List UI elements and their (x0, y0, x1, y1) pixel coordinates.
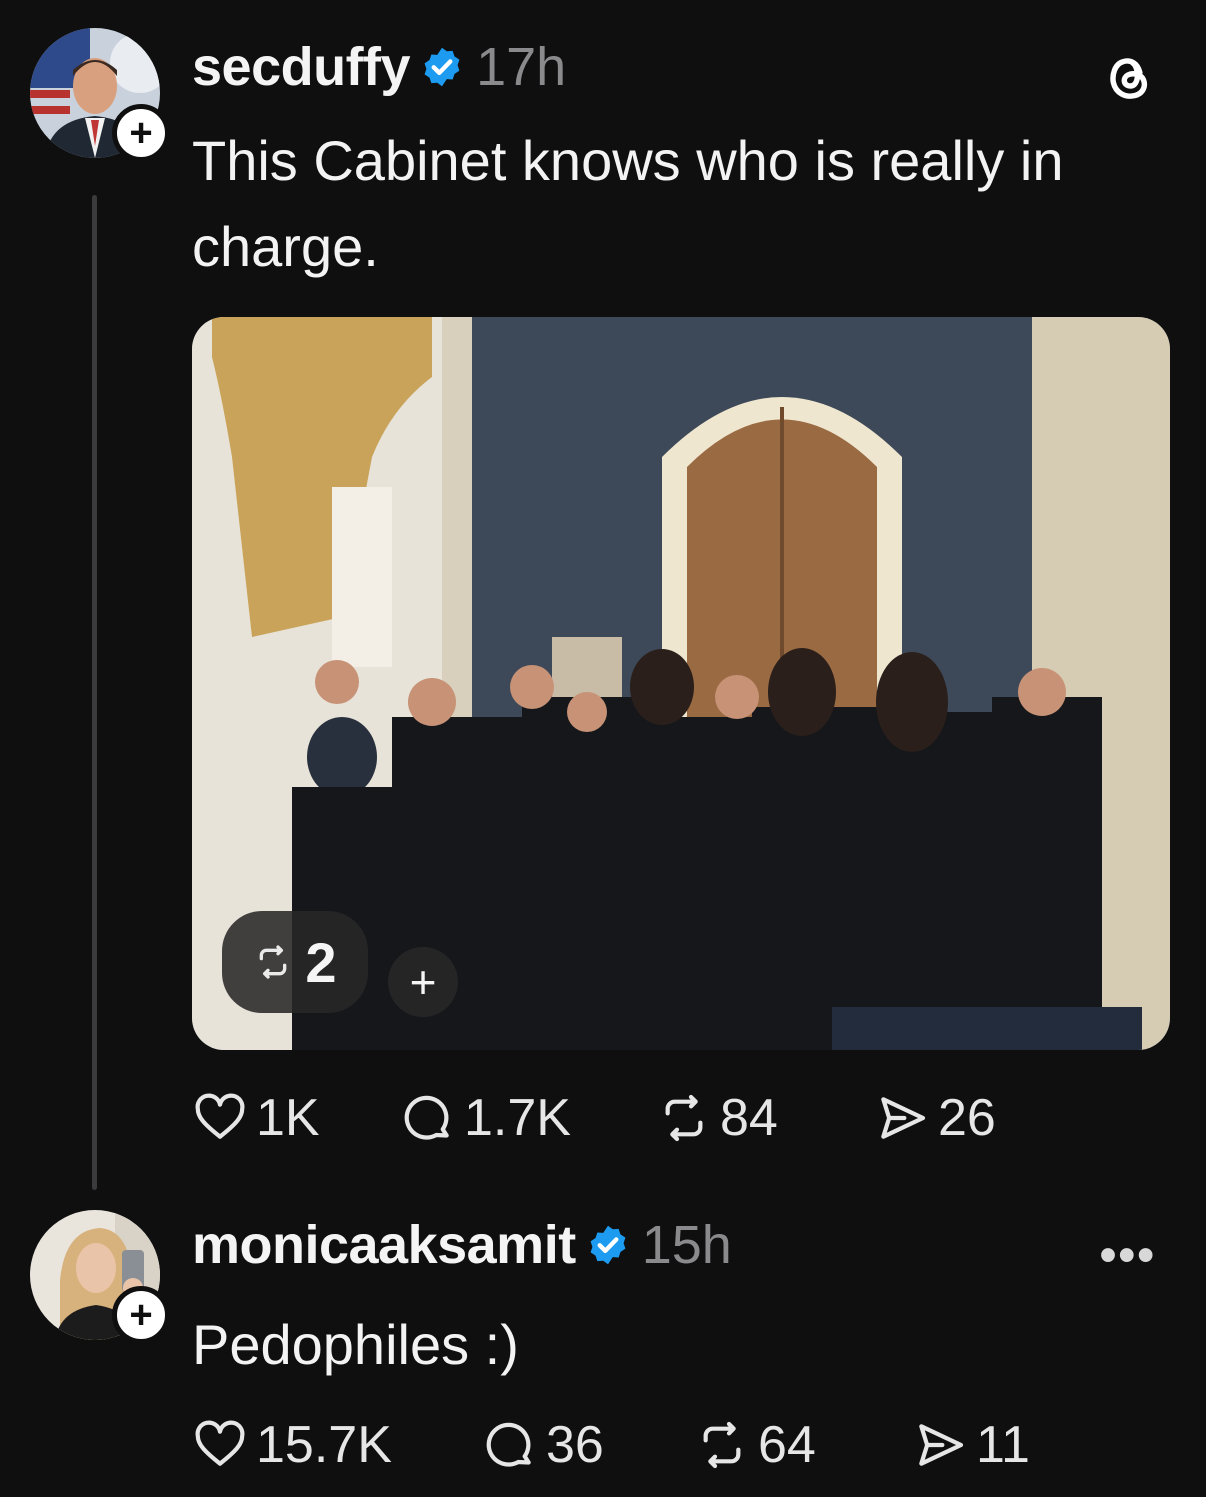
post-monicaaksamit: + monicaaksamit 15h ••• Pedophiles :) 15… (0, 1190, 1206, 1497)
media-repost-badge[interactable]: 2 (222, 911, 368, 1013)
threads-logo-icon[interactable] (1100, 46, 1158, 104)
verified-icon (424, 47, 460, 87)
media-repost-count: 2 (305, 930, 337, 994)
username[interactable]: secduffy (192, 36, 411, 98)
share-count: 26 (938, 1089, 996, 1147)
verified-icon (590, 1225, 626, 1265)
like-count: 15.7K (256, 1416, 392, 1474)
reply-icon (404, 1095, 449, 1140)
post-header: monicaaksamit 15h (192, 1210, 732, 1280)
avatar-secduffy-wrap[interactable]: + (30, 28, 170, 162)
more-options-button[interactable]: ••• (1100, 1228, 1156, 1283)
timestamp: 15h (641, 1215, 732, 1275)
post-header: secduffy 17h (192, 32, 566, 102)
share-count: 11 (976, 1416, 1030, 1474)
repost-count: 64 (758, 1416, 816, 1474)
repost-icon (260, 945, 287, 979)
share-icon (919, 1424, 964, 1466)
post-text: This Cabinet knows who is really in char… (192, 129, 1064, 278)
avatar-monicaaksamit-wrap[interactable]: + (30, 1210, 170, 1344)
repost-button[interactable]: 84 (656, 1088, 874, 1148)
username[interactable]: monicaaksamit (192, 1214, 576, 1276)
thread-line (92, 195, 97, 1190)
like-count: 1K (256, 1089, 320, 1147)
like-button[interactable]: 1K (192, 1088, 400, 1148)
reply-icon (486, 1422, 531, 1467)
reply-count: 36 (546, 1416, 604, 1474)
post-text: Pedophiles :) (192, 1313, 519, 1376)
repost-icon (703, 1421, 741, 1469)
reply-button[interactable]: 36 (482, 1415, 694, 1475)
follow-button[interactable]: + (112, 1286, 170, 1344)
share-button[interactable]: 26 (874, 1088, 996, 1148)
post-secduffy: + secduffy 17h This Cabinet knows who is… (0, 0, 1206, 1190)
post-actions: 1K 1.7K 84 26 (192, 1088, 996, 1148)
share-button[interactable]: 11 (912, 1415, 1030, 1475)
heart-icon (195, 1420, 245, 1466)
repost-icon (665, 1094, 703, 1142)
post-image[interactable]: 2 + (192, 317, 1170, 1050)
reply-button[interactable]: 1.7K (400, 1088, 656, 1148)
media-add-button[interactable]: + (388, 947, 458, 1017)
heart-icon (195, 1093, 245, 1139)
timestamp: 17h (476, 37, 567, 97)
like-button[interactable]: 15.7K (192, 1415, 482, 1475)
reply-count: 1.7K (464, 1089, 571, 1147)
repost-count: 84 (720, 1089, 778, 1147)
post-actions: 15.7K 36 64 11 (192, 1415, 1030, 1475)
share-icon (881, 1097, 926, 1139)
follow-button[interactable]: + (112, 104, 170, 162)
repost-button[interactable]: 64 (694, 1415, 912, 1475)
